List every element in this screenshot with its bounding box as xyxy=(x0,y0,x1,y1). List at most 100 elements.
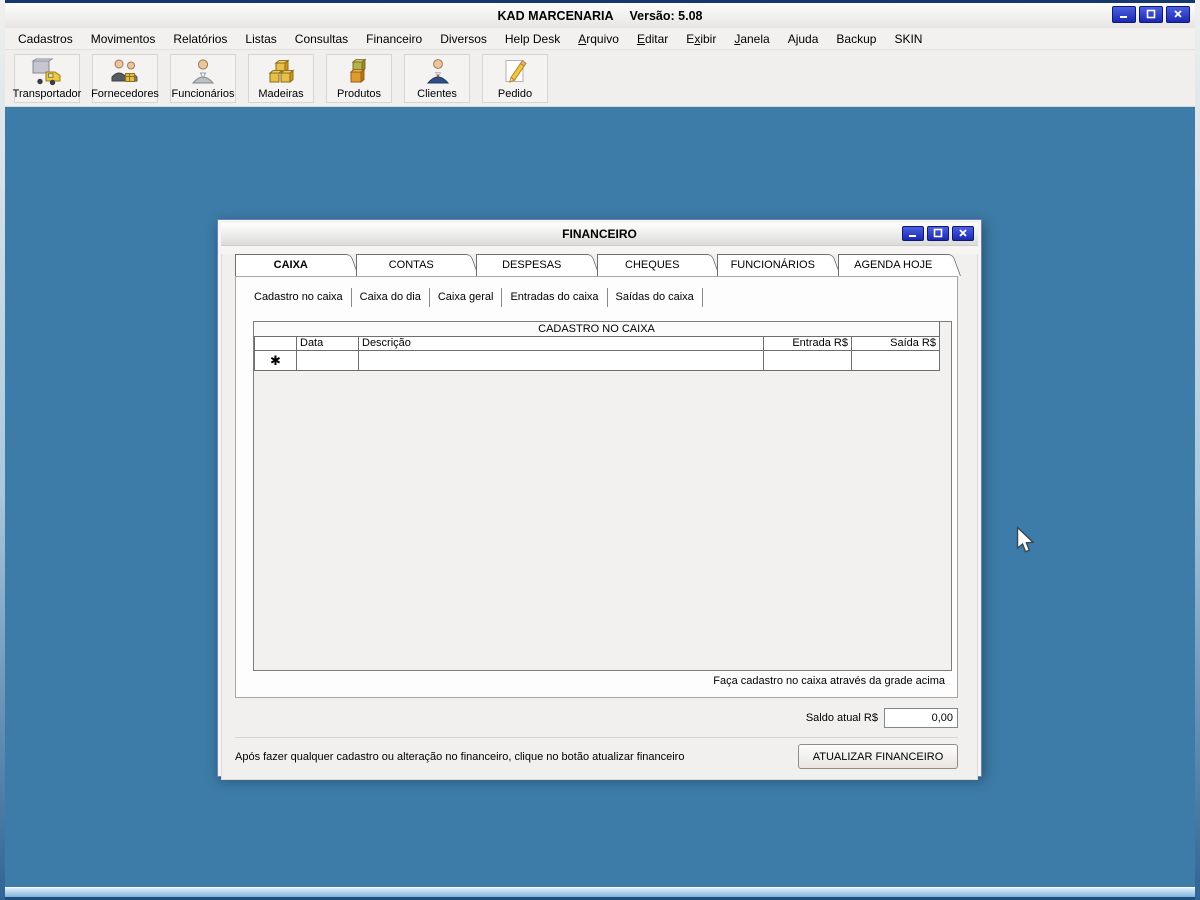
saldo-row: Saldo atual R$ xyxy=(235,698,958,738)
tab-label: AGENDA HOJE xyxy=(854,259,933,271)
menu-item-financeiro[interactable]: Financeiro xyxy=(357,29,431,49)
app-title: KAD MARCENARIA Versão: 5.08 xyxy=(498,9,703,23)
grid-caption: CADASTRO NO CAIXA xyxy=(254,322,939,336)
close-icon xyxy=(958,225,968,243)
tab-label: CAIXA xyxy=(273,259,308,271)
caixa-tab-page: Cadastro no caixa Caixa do dia Caixa geral… xyxy=(235,276,958,698)
tab-label: CONTAS xyxy=(388,259,434,271)
subtab-caixa-geral[interactable]: Caixa geral xyxy=(430,288,503,307)
tab-contas[interactable]: CONTAS xyxy=(355,254,466,276)
menu-item-ajuda[interactable]: Ajuda xyxy=(779,29,828,49)
footer-row: Após fazer qualquer cadastro ou alteraçã… xyxy=(235,738,958,769)
grid-empty-cell[interactable] xyxy=(358,350,763,370)
column-header-saida-r[interactable]: Saída R$ xyxy=(851,336,939,350)
maximize-button[interactable] xyxy=(927,226,949,241)
mdi-desktop: FINANCEIRO CAIXA CONTAS DESPESAS CHEQUES FUN… xyxy=(5,107,1195,887)
menu-item-consultas[interactable]: Consultas xyxy=(286,29,357,49)
tab-label: FUNCIONÁRIOS xyxy=(730,259,815,271)
maximize-button[interactable] xyxy=(1139,6,1163,23)
menu-item-diversos[interactable]: Diversos xyxy=(431,29,496,49)
product-boxes-icon xyxy=(343,55,375,88)
tab-cheques[interactable]: CHEQUES xyxy=(596,254,707,276)
column-header-data[interactable]: Data xyxy=(296,336,358,350)
tab-label: DESPESAS xyxy=(502,259,562,271)
app-window: KAD MARCENARIA Versão: 5.08 Cadastros Movi… xyxy=(0,0,1200,900)
truck-icon xyxy=(31,55,63,88)
toolbar-button-fornecedores[interactable]: Fornecedores xyxy=(91,54,159,103)
tab-caixa[interactable]: CAIXA xyxy=(235,254,346,276)
tab-agenda-hoje[interactable]: AGENDA HOJE xyxy=(837,254,948,276)
close-button[interactable] xyxy=(952,226,974,241)
financeiro-window-controls xyxy=(902,226,974,241)
column-header-descricao[interactable]: Descrição xyxy=(358,336,763,350)
menu-item-cadastros[interactable]: Cadastros xyxy=(9,29,82,49)
close-icon xyxy=(1173,6,1183,24)
main-window-controls xyxy=(1112,6,1190,23)
maximize-icon xyxy=(1146,6,1156,24)
toolbar-button-funcionarios[interactable]: Funcionários xyxy=(170,54,236,103)
toolbar-button-label: Transportador xyxy=(12,88,82,100)
financeiro-window: FINANCEIRO CAIXA CONTAS DESPESAS CHEQUES FUN… xyxy=(217,219,982,780)
maximize-icon xyxy=(933,225,943,243)
atualizar-financeiro-button[interactable]: ATUALIZAR FINANCEIRO xyxy=(798,744,958,769)
subtab-cadastro-no-caixa[interactable]: Cadastro no caixa xyxy=(246,288,352,307)
saldo-input[interactable] xyxy=(884,707,958,728)
employee-icon xyxy=(187,55,219,88)
menu-item-relatorios[interactable]: Relatórios xyxy=(164,29,236,49)
toolbar-button-label: Funcionários xyxy=(171,88,235,100)
subtab-caixa-do-dia[interactable]: Caixa do dia xyxy=(352,288,430,307)
minimize-icon xyxy=(908,225,918,243)
toolbar-button-label: Fornecedores xyxy=(91,88,159,100)
menu-item-help-desk[interactable]: Help Desk xyxy=(496,29,569,49)
toolbar-button-label: Madeiras xyxy=(258,88,304,100)
grid-hint-text: Faça cadastro no caixa através da grade … xyxy=(713,675,945,687)
subtab-entradas-do-caixa[interactable]: Entradas do caixa xyxy=(502,288,608,307)
toolbar-button-madeiras[interactable]: Madeiras xyxy=(248,54,314,103)
menu-item-exibir[interactable]: Exibir xyxy=(677,29,725,49)
toolbar-button-label: Produtos xyxy=(336,88,382,100)
caixa-grid-area: CADASTRO NO CAIXA Data Descrição Entrada R… xyxy=(253,321,952,671)
menu-item-movimentos[interactable]: Movimentos xyxy=(82,29,165,49)
grid-empty-cell[interactable] xyxy=(296,350,358,370)
mouse-cursor-icon xyxy=(1016,525,1035,559)
new-row-marker: ✱ xyxy=(254,350,296,370)
app-version: Versão: 5.08 xyxy=(629,8,703,23)
minimize-button[interactable] xyxy=(1112,6,1136,23)
close-button[interactable] xyxy=(1166,6,1190,23)
window-frame-bottom xyxy=(5,887,1195,900)
toolbar-button-produtos[interactable]: Produtos xyxy=(326,54,392,103)
tab-label: CHEQUES xyxy=(625,259,680,271)
column-header-entrada-r[interactable]: Entrada R$ xyxy=(763,336,851,350)
tab-funcionarios[interactable]: FUNCIONÁRIOS xyxy=(717,254,828,276)
cadastro-caixa-grid: CADASTRO NO CAIXA Data Descrição Entrada R… xyxy=(254,322,940,371)
menu-item-janela[interactable]: Janela xyxy=(725,29,778,49)
financeiro-title-bar[interactable]: FINANCEIRO xyxy=(221,223,978,246)
financeiro-body: CAIXA CONTAS DESPESAS CHEQUES FUNCIONÁRIOS AG… xyxy=(221,254,978,780)
toolbar-button-label: Clientes xyxy=(417,88,457,100)
wood-boxes-icon xyxy=(265,55,297,88)
toolbar-button-pedido[interactable]: Pedido xyxy=(482,54,548,103)
financeiro-title: FINANCEIRO xyxy=(562,227,637,241)
toolbar-button-label: Pedido xyxy=(497,88,533,100)
grid-empty-cell[interactable] xyxy=(851,350,939,370)
minimize-icon xyxy=(1119,6,1129,24)
caixa-subtab-strip: Cadastro no caixa Caixa do dia Caixa geral… xyxy=(246,288,957,307)
menu-item-editar[interactable]: Editar xyxy=(628,29,677,49)
tab-despesas[interactable]: DESPESAS xyxy=(476,254,587,276)
minimize-button[interactable] xyxy=(902,226,924,241)
subtab-saidas-do-caixa[interactable]: Saídas do caixa xyxy=(608,288,703,307)
menu-item-skin[interactable]: SKIN xyxy=(885,29,931,49)
order-pencil-icon xyxy=(499,55,531,88)
menu-item-backup[interactable]: Backup xyxy=(827,29,885,49)
financeiro-tab-strip: CAIXA CONTAS DESPESAS CHEQUES FUNCIONÁRIOS AG… xyxy=(235,254,958,276)
menu-item-arquivo[interactable]: Arquivo xyxy=(569,29,628,49)
toolbar-button-transportador[interactable]: Transportador xyxy=(12,54,82,103)
footer-note: Após fazer qualquer cadastro ou alteraçã… xyxy=(235,750,685,763)
toolbar-button-clientes[interactable]: Clientes xyxy=(404,54,470,103)
menu-item-listas[interactable]: Listas xyxy=(236,29,285,49)
grid-empty-cell[interactable] xyxy=(763,350,851,370)
client-icon xyxy=(421,55,453,88)
row-selector-header[interactable] xyxy=(254,336,296,350)
title-bar: KAD MARCENARIA Versão: 5.08 xyxy=(5,3,1195,28)
menu-bar: Cadastros Movimentos Relatórios Listas Consu… xyxy=(5,28,1195,50)
